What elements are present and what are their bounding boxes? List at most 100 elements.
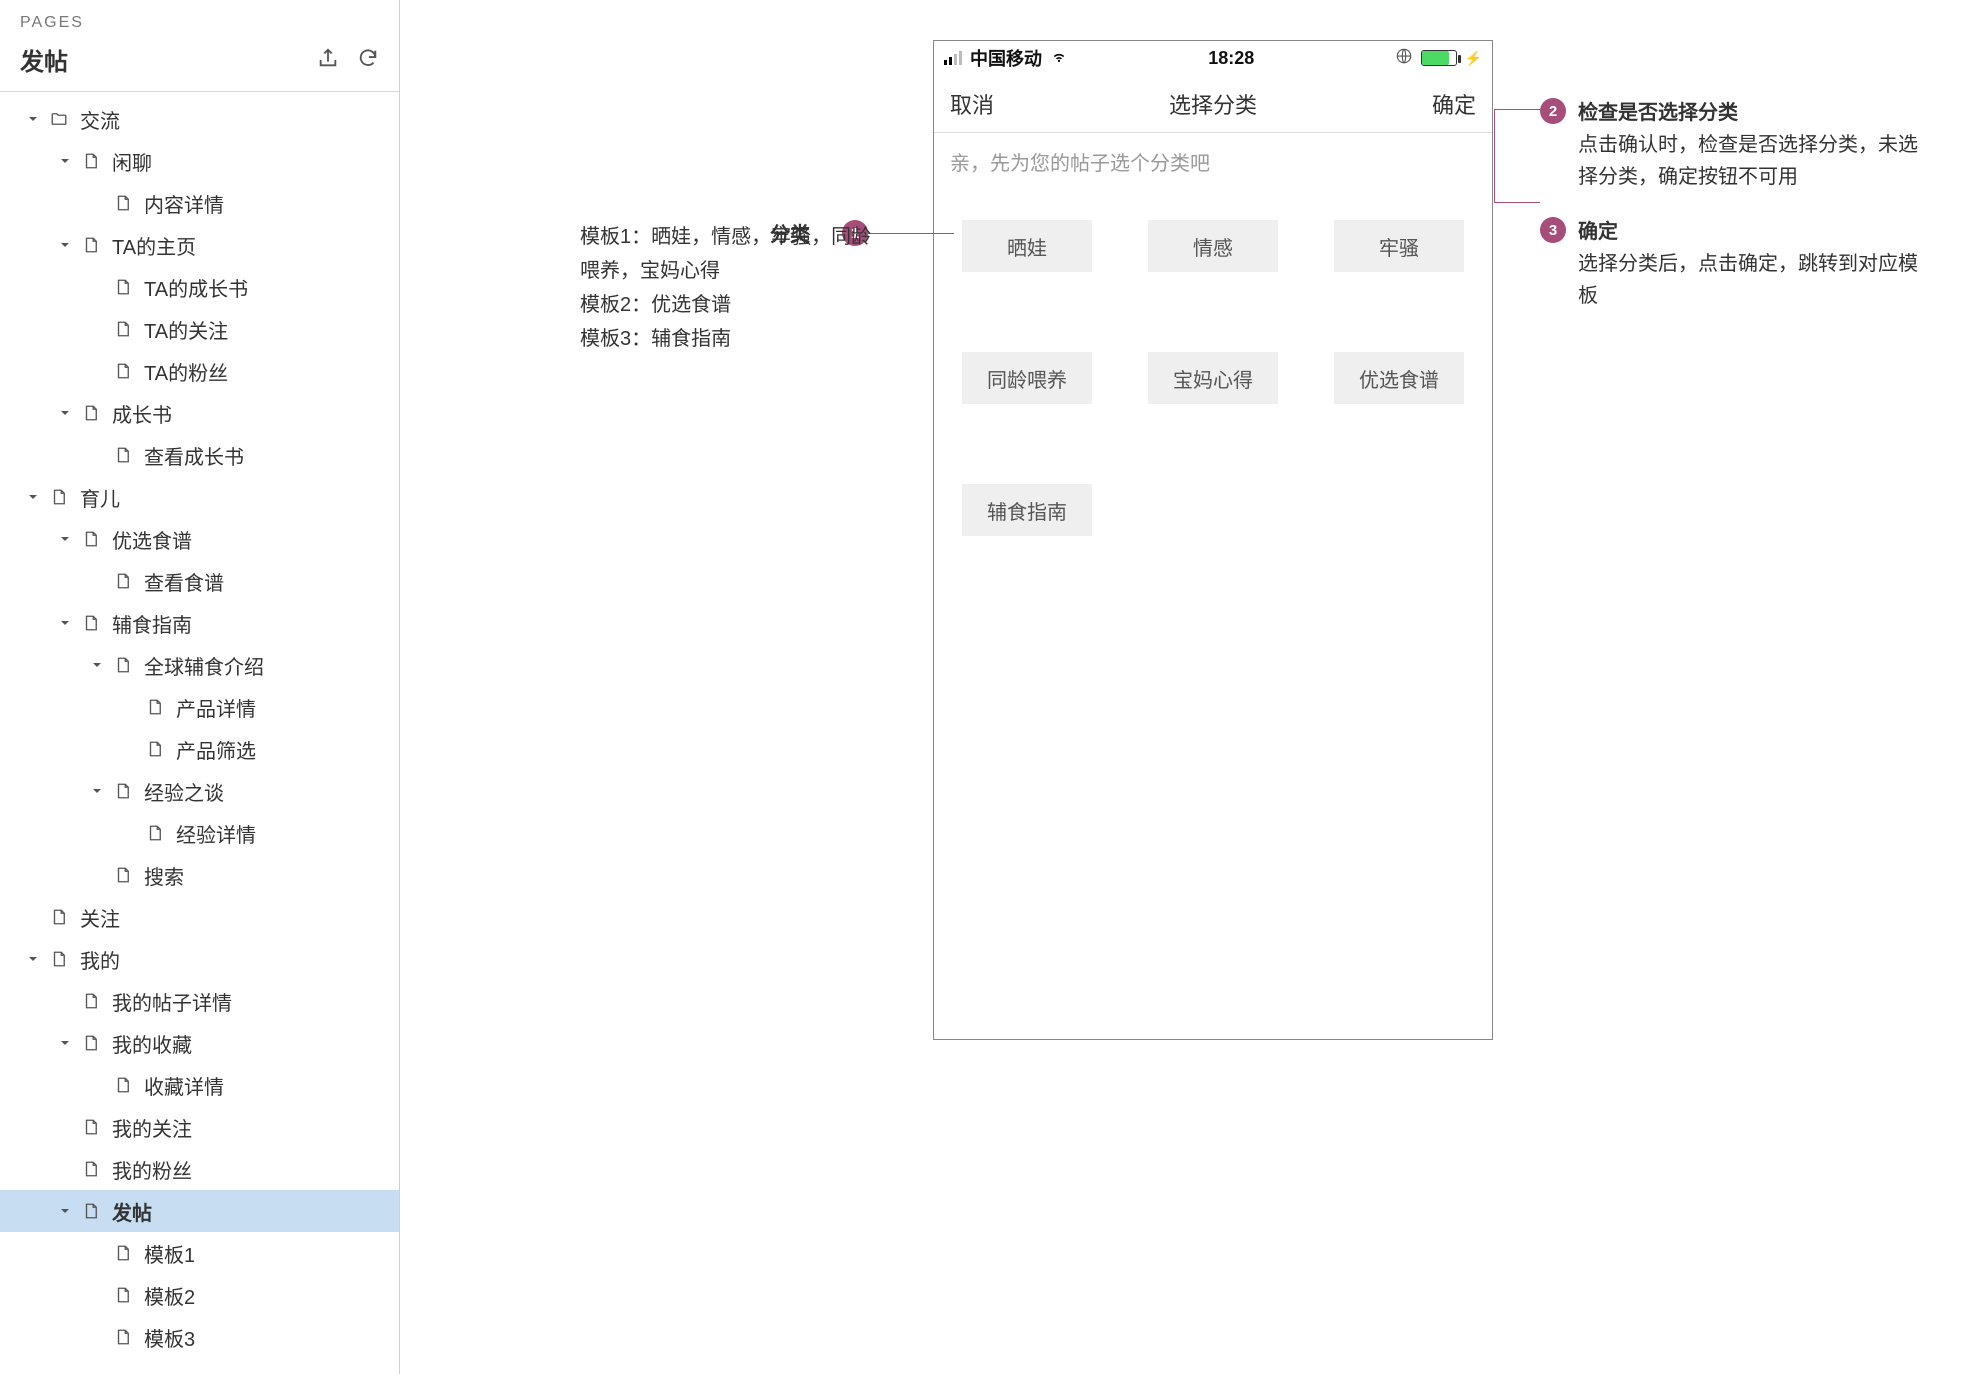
category-button[interactable]: 同龄喂养: [962, 352, 1092, 404]
expand-toggle-icon[interactable]: [56, 239, 74, 251]
category-button[interactable]: 牢骚: [1334, 220, 1464, 272]
tree-item[interactable]: TA的主页: [0, 224, 399, 266]
page-icon: [48, 908, 70, 926]
tree-item[interactable]: 查看食谱: [0, 560, 399, 602]
page-icon: [112, 194, 134, 212]
expand-toggle-icon[interactable]: [56, 1037, 74, 1049]
tree-item-label: 育儿: [80, 483, 120, 512]
tree-item-label: 优选食谱: [112, 525, 192, 554]
mockup-navbar: 取消 选择分类 确定: [934, 75, 1492, 133]
annotation-line: 模板1：晒娃，情感，牢骚，同龄喂养，宝妈心得: [580, 220, 890, 288]
tree-item[interactable]: 模板3: [0, 1316, 399, 1358]
tree-item[interactable]: 成长书: [0, 392, 399, 434]
tree-item[interactable]: 我的收藏: [0, 1022, 399, 1064]
page-icon: [80, 530, 102, 548]
annotation-desc: 选择分类后，点击确定，跳转到对应模板: [1578, 248, 1920, 312]
charging-icon: ⚡: [1465, 50, 1482, 67]
tree-item[interactable]: 产品详情: [0, 686, 399, 728]
page-icon: [144, 740, 166, 758]
tree-item-label: TA的关注: [144, 315, 228, 344]
category-button[interactable]: 晒娃: [962, 220, 1092, 272]
page-icon: [112, 572, 134, 590]
tree-item[interactable]: 经验之谈: [0, 770, 399, 812]
cancel-button[interactable]: 取消: [950, 88, 994, 120]
category-button[interactable]: 情感: [1148, 220, 1278, 272]
tree-item-label: 关注: [80, 903, 120, 932]
tree-item[interactable]: 我的粉丝: [0, 1148, 399, 1190]
phone-mockup: 中国移动 18:28 ⚡ 取消 选择分类 确定 亲，先为您的帖子选个分类吧 晒娃…: [933, 40, 1493, 1040]
annotation-line: 模板3：辅食指南: [580, 322, 890, 356]
tree-item-label: 产品筛选: [176, 735, 256, 764]
pages-tree[interactable]: 交流闲聊内容详情TA的主页 TA的成长书 TA的关注 TA的粉丝成长书查看成长书育儿优…: [0, 92, 399, 1374]
wifi-icon: [1050, 47, 1068, 70]
page-icon: [112, 1244, 134, 1262]
tree-item[interactable]: 育儿: [0, 476, 399, 518]
page-icon: [80, 404, 102, 422]
share-icon[interactable]: [317, 47, 339, 72]
tree-item[interactable]: 闲聊: [0, 140, 399, 182]
expand-toggle-icon[interactable]: [56, 1205, 74, 1217]
annotation-item: 3确定选择分类后，点击确定，跳转到对应模板: [1540, 215, 1920, 312]
signal-icon: [944, 51, 962, 65]
expand-toggle-icon[interactable]: [88, 785, 106, 797]
status-bar: 中国移动 18:28 ⚡: [934, 41, 1492, 75]
tree-item[interactable]: 模板1: [0, 1232, 399, 1274]
page-icon: [80, 1160, 102, 1178]
page-icon: [112, 362, 134, 380]
page-icon: [80, 614, 102, 632]
category-button[interactable]: 宝妈心得: [1148, 352, 1278, 404]
tree-item[interactable]: 优选食谱: [0, 518, 399, 560]
expand-toggle-icon[interactable]: [24, 491, 42, 503]
design-canvas: 中国移动 18:28 ⚡ 取消 选择分类 确定 亲，先为您的帖子选个分类吧 晒娃…: [400, 0, 1972, 1374]
tree-item-label: 收藏详情: [144, 1071, 224, 1100]
category-button[interactable]: 辅食指南: [962, 484, 1092, 536]
page-title-row: 发帖: [0, 36, 399, 92]
tree-item[interactable]: 产品筛选: [0, 728, 399, 770]
tree-item[interactable]: 交流: [0, 98, 399, 140]
page-icon: [48, 950, 70, 968]
tree-item[interactable]: 发帖: [0, 1190, 399, 1232]
confirm-button[interactable]: 确定: [1432, 88, 1476, 120]
tree-item[interactable]: 辅食指南: [0, 602, 399, 644]
tree-item[interactable]: 我的帖子详情: [0, 980, 399, 1022]
page-icon: [112, 866, 134, 884]
tree-item[interactable]: 查看成长书: [0, 434, 399, 476]
expand-toggle-icon[interactable]: [56, 155, 74, 167]
expand-toggle-icon[interactable]: [24, 113, 42, 125]
tree-item[interactable]: 内容详情: [0, 182, 399, 224]
tree-item[interactable]: 全球辅食介绍: [0, 644, 399, 686]
page-icon: [112, 1328, 134, 1346]
tree-item-label: TA的成长书: [144, 273, 248, 302]
tree-item[interactable]: 收藏详情: [0, 1064, 399, 1106]
tree-item-label: 我的帖子详情: [112, 987, 232, 1016]
tree-item[interactable]: TA的粉丝: [0, 350, 399, 392]
page-icon: [112, 656, 134, 674]
annotation-line: 模板2：优选食谱: [580, 288, 890, 322]
expand-toggle-icon[interactable]: [24, 953, 42, 965]
expand-toggle-icon[interactable]: [56, 617, 74, 629]
tree-item-label: 产品详情: [176, 693, 256, 722]
tree-item[interactable]: 我的关注: [0, 1106, 399, 1148]
folder-icon: [48, 110, 70, 128]
annotation-marker: 3: [1540, 217, 1566, 243]
annotation-marker: 2: [1540, 98, 1566, 124]
tree-item[interactable]: TA的关注: [0, 308, 399, 350]
tree-item-label: 查看食谱: [144, 567, 224, 596]
expand-toggle-icon[interactable]: [88, 659, 106, 671]
tree-item-label: 查看成长书: [144, 441, 244, 470]
globe-icon: [1395, 47, 1413, 70]
tree-item[interactable]: TA的成长书: [0, 266, 399, 308]
category-button[interactable]: 优选食谱: [1334, 352, 1464, 404]
tree-item[interactable]: 经验详情: [0, 812, 399, 854]
tree-item-label: 我的收藏: [112, 1029, 192, 1058]
expand-toggle-icon[interactable]: [56, 407, 74, 419]
refresh-icon[interactable]: [357, 47, 379, 72]
expand-toggle-icon[interactable]: [56, 533, 74, 545]
tree-item[interactable]: 我的: [0, 938, 399, 980]
tree-item-label: 辅食指南: [112, 609, 192, 638]
tree-item-label: 模板2: [144, 1281, 195, 1310]
tree-item[interactable]: 模板2: [0, 1274, 399, 1316]
tree-item[interactable]: 关注: [0, 896, 399, 938]
tree-item[interactable]: 搜索: [0, 854, 399, 896]
status-time: 18:28: [1208, 48, 1254, 69]
